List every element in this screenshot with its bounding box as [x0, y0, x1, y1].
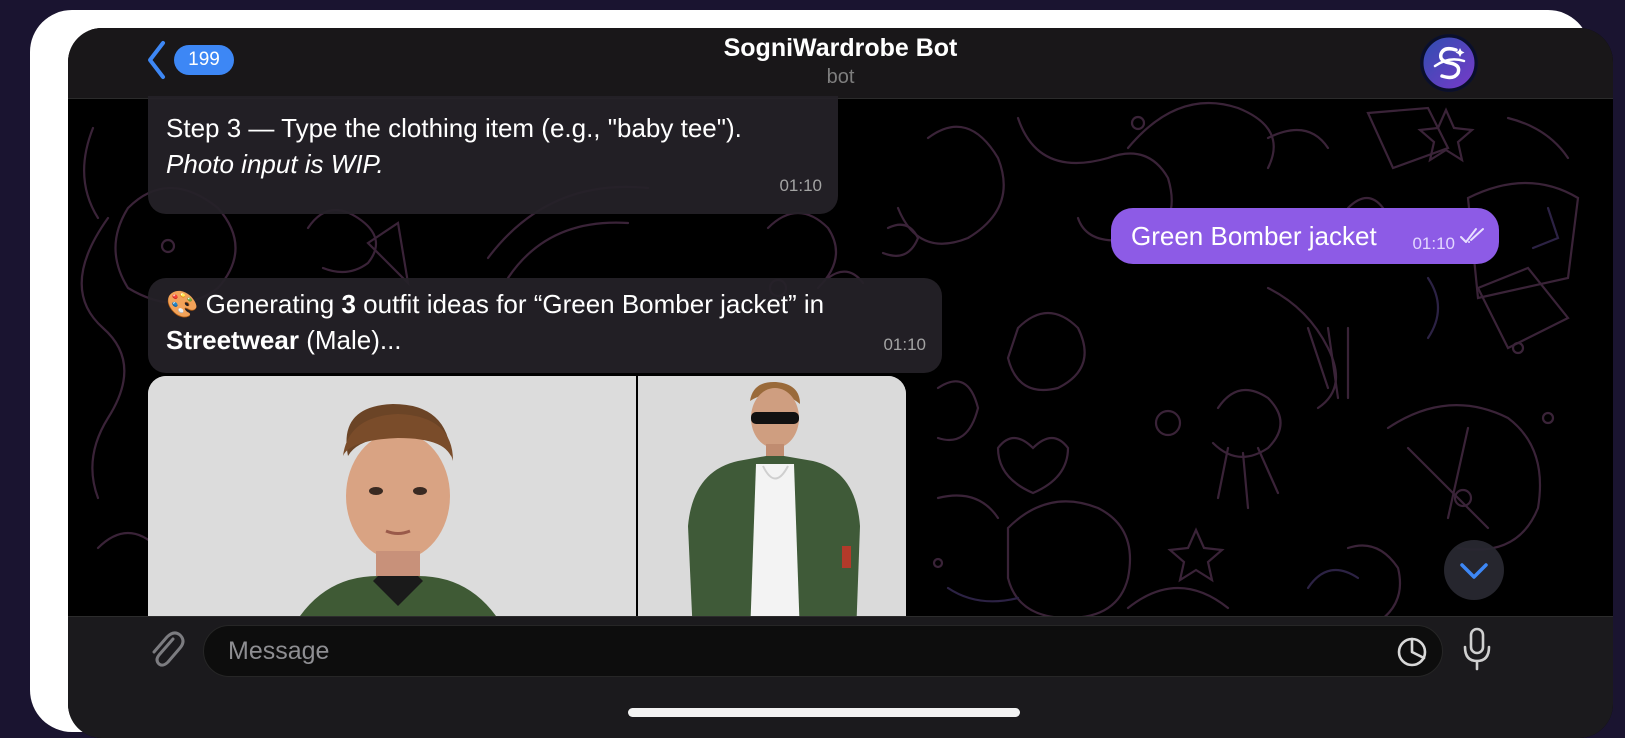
chat-title[interactable]: SogniWardrobe Bot	[68, 34, 1613, 63]
message-time: 01:10	[779, 176, 822, 195]
palette-emoji-icon: 🎨	[166, 289, 199, 319]
outfit-count: 3	[341, 289, 356, 319]
outfit-photo[interactable]	[148, 376, 636, 636]
message-text: (Male)...	[298, 325, 402, 355]
outfit-photo[interactable]	[638, 376, 906, 636]
microphone-icon[interactable]	[1462, 625, 1492, 675]
message-input-bar	[68, 616, 1613, 738]
message-time: 01:10	[1412, 234, 1455, 253]
scroll-down-button[interactable]	[1444, 540, 1504, 600]
chat-header: 199 SogniWardrobe Bot bot	[68, 28, 1613, 99]
photo-album	[148, 376, 906, 636]
message-text: Step 3 — Type the clothing item (e.g., "…	[166, 113, 742, 143]
sticker-icon[interactable]	[1395, 635, 1429, 669]
incoming-message[interactable]: Step 3 — Type the clothing item (e.g., "…	[148, 96, 838, 214]
incoming-message[interactable]: 🎨 Generating 3 outfit ideas for “Green B…	[148, 278, 942, 373]
message-text: Generating	[198, 289, 342, 319]
chat-subtitle: bot	[826, 66, 855, 88]
outgoing-message[interactable]: Green Bomber jacket 01:10	[1111, 208, 1499, 264]
message-input[interactable]	[203, 625, 1443, 677]
device-frame: 199 SogniWardrobe Bot bot Step 3 — Type …	[30, 10, 1613, 738]
chevron-down-icon	[1460, 563, 1488, 579]
message-time: 01:10	[883, 335, 926, 354]
bot-avatar[interactable]	[1420, 34, 1478, 92]
style-name: Streetwear	[166, 325, 299, 355]
paperclip-icon[interactable]	[146, 627, 186, 671]
home-indicator	[628, 708, 1020, 717]
chat-screen: 199 SogniWardrobe Bot bot Step 3 — Type …	[68, 28, 1613, 738]
message-text-italic: Photo input is WIP.	[166, 149, 384, 179]
message-text: Green Bomber jacket	[1131, 221, 1377, 251]
read-checkmarks-icon	[1460, 228, 1484, 243]
message-text: outfit ideas for “Green Bomber jacket” i…	[355, 289, 825, 319]
